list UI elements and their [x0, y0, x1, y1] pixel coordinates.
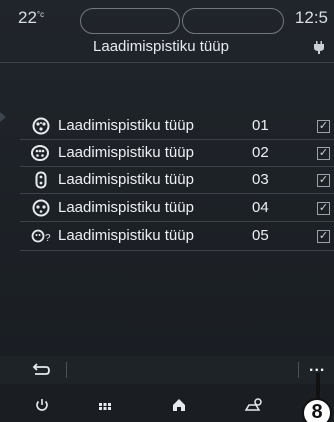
- connector-number: 02: [252, 144, 269, 161]
- status-bar: 22°c 12:5: [0, 0, 334, 38]
- bottom-nav: [0, 388, 334, 422]
- back-arrow-icon[interactable]: [30, 361, 52, 379]
- action-toolbar: ...: [0, 356, 334, 384]
- connector-row-03[interactable]: Laadimispistiku tüüp 03 ✓: [0, 168, 334, 192]
- unknown-connector-icon: ?: [31, 229, 51, 244]
- connector-label: Laadimispistiku tüüp: [58, 171, 194, 188]
- status-widget-left[interactable]: [80, 8, 180, 34]
- chademo-connector-icon: [35, 171, 47, 189]
- connector-number: 05: [252, 227, 269, 244]
- page-title: Laadimispistiku tüüp: [0, 38, 334, 55]
- type1-connector-icon: [32, 199, 50, 217]
- type2-connector-icon: [32, 117, 50, 135]
- connector-row-04[interactable]: Laadimispistiku tüüp 04 ✓: [0, 196, 334, 220]
- svg-text:?: ?: [45, 233, 51, 244]
- connector-number: 03: [252, 171, 269, 188]
- connector-row-05[interactable]: ? Laadimispistiku tüüp 05 ✓: [0, 224, 334, 248]
- temperature-value: 22: [18, 8, 37, 27]
- toolbar-separator: [298, 362, 299, 378]
- connector-checkbox[interactable]: ✓: [317, 230, 330, 243]
- callout-leader-line: [316, 373, 320, 401]
- combo-ccs-connector-icon: [31, 145, 49, 161]
- home-icon[interactable]: [170, 396, 188, 414]
- temperature-unit: °c: [36, 10, 45, 19]
- connector-label: Laadimispistiku tüüp: [58, 199, 194, 216]
- power-icon[interactable]: [33, 396, 51, 414]
- row-divider: [20, 166, 334, 167]
- charging-plug-icon: [314, 41, 324, 54]
- status-widget-right[interactable]: [182, 8, 284, 34]
- vehicle-settings-icon[interactable]: [244, 396, 264, 414]
- clock: 12:5: [294, 8, 328, 27]
- connector-checkbox[interactable]: ✓: [317, 174, 330, 187]
- connector-row-02[interactable]: Laadimispistiku tüüp 02 ✓: [0, 141, 334, 165]
- connector-checkbox[interactable]: ✓: [317, 147, 330, 160]
- screen: 22°c 12:5 Laadimispistiku tüüp Laadimisp…: [0, 0, 334, 422]
- toolbar-separator: [66, 362, 67, 378]
- connector-row-01[interactable]: Laadimispistiku tüüp 01 ✓: [0, 114, 334, 138]
- connector-checkbox[interactable]: ✓: [317, 120, 330, 133]
- connector-label: Laadimispistiku tüüp: [58, 117, 194, 134]
- row-divider: [20, 250, 334, 251]
- header-divider: [0, 62, 334, 63]
- connector-label: Laadimispistiku tüüp: [58, 144, 194, 161]
- connector-label: Laadimispistiku tüüp: [58, 227, 194, 244]
- connector-number: 04: [252, 199, 269, 216]
- temperature-readout: 22°c: [18, 8, 44, 28]
- row-divider: [20, 221, 334, 222]
- page-title-text: Laadimispistiku tüüp: [93, 38, 229, 55]
- connector-number: 01: [252, 117, 269, 134]
- row-divider: [20, 139, 334, 140]
- apps-grid-icon[interactable]: [96, 396, 114, 414]
- row-divider: [20, 193, 334, 194]
- callout-badge: 8: [302, 398, 332, 422]
- connector-checkbox[interactable]: ✓: [317, 202, 330, 215]
